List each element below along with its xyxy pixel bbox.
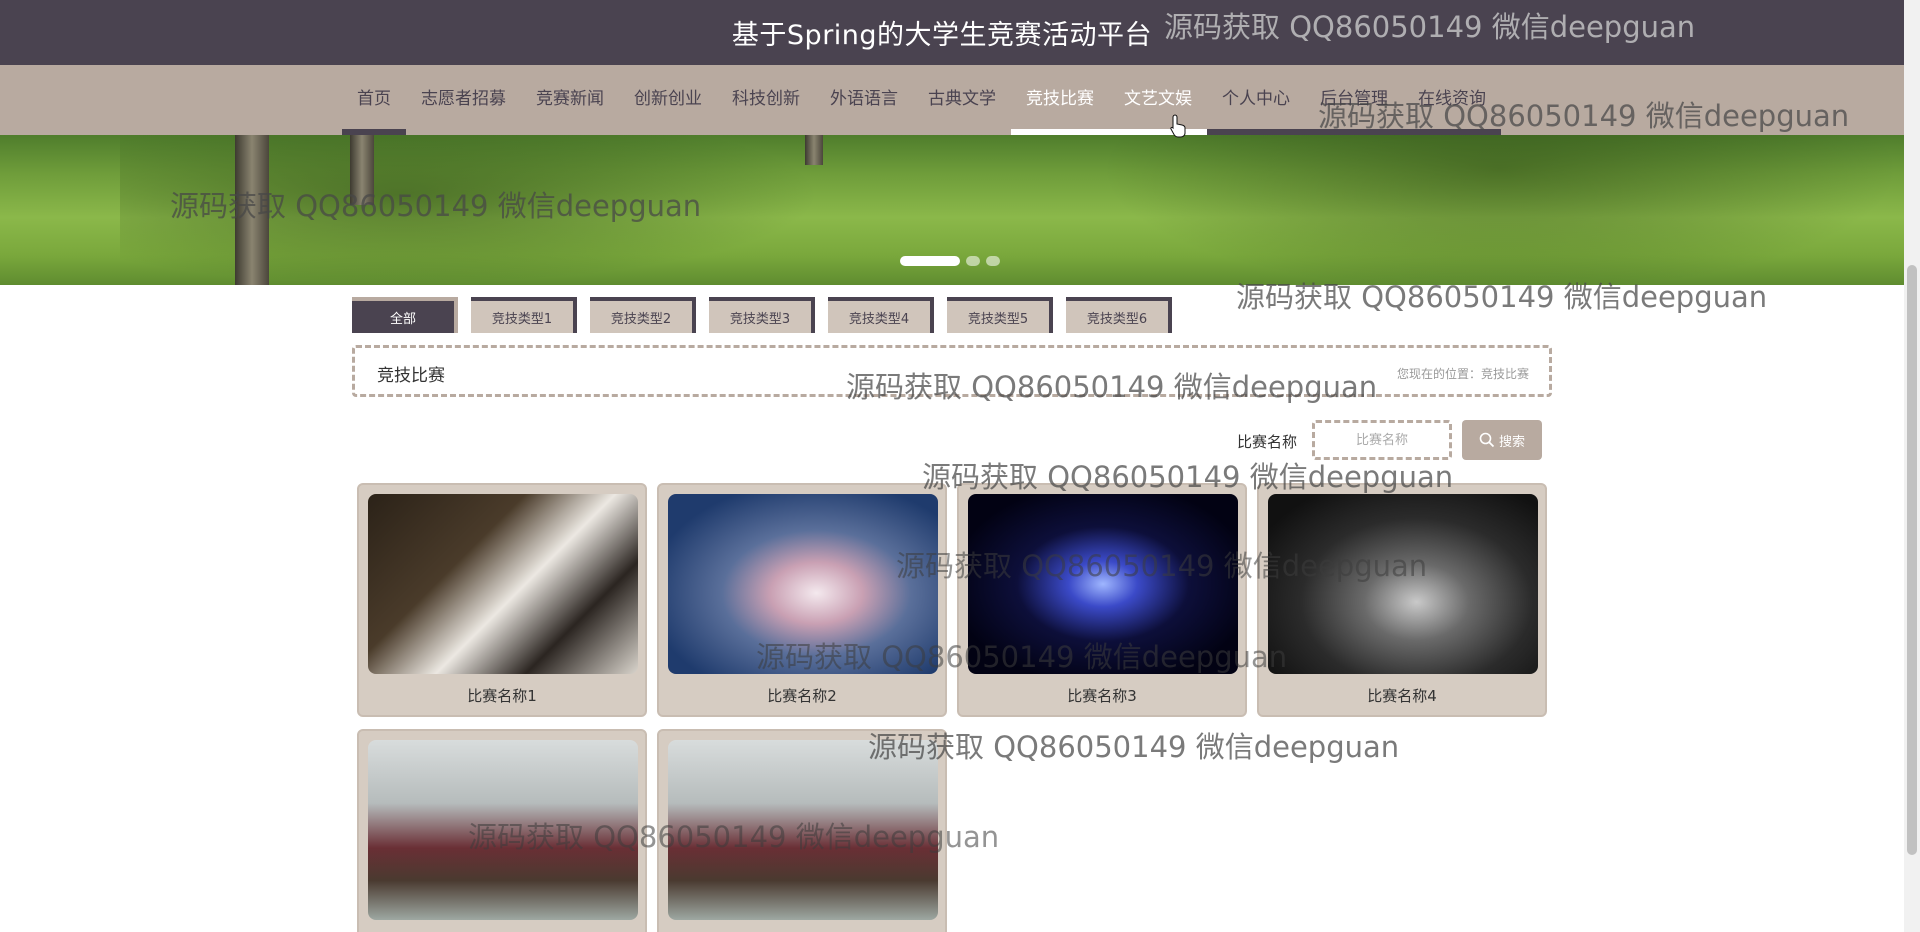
banner-shadow bbox=[120, 135, 820, 285]
scrollbar-thumb[interactable] bbox=[1907, 265, 1917, 855]
nav-item-volunteer[interactable]: 志愿者招募 bbox=[406, 65, 521, 135]
nav-item-home[interactable]: 首页 bbox=[342, 65, 406, 135]
card-image bbox=[968, 494, 1238, 674]
site-title: 基于Spring的大学生竞赛活动平台 bbox=[731, 20, 1153, 51]
nav-item-label: 志愿者招募 bbox=[421, 89, 506, 109]
page: 基于Spring的大学生竞赛活动平台 首页 志愿者招募 竞赛新闻 创新创业 科技… bbox=[0, 0, 1920, 932]
nav-item-label: 后台管理 bbox=[1320, 89, 1388, 109]
banner-shadow bbox=[1100, 135, 1900, 285]
card-image bbox=[368, 740, 638, 920]
nav-item-label: 竞赛新闻 bbox=[536, 89, 604, 109]
card-title: 比赛名称2 bbox=[767, 687, 837, 705]
tab-type-3[interactable]: 竞技类型3 bbox=[709, 297, 815, 333]
nav-item-competition[interactable]: 竞技比赛 bbox=[1011, 65, 1109, 135]
search-icon bbox=[1479, 432, 1495, 448]
search-label: 比赛名称 bbox=[1237, 433, 1298, 451]
card-image bbox=[668, 740, 938, 920]
nav-item-classical-literature[interactable]: 古典文学 bbox=[913, 65, 1011, 135]
mouse-pointer-icon bbox=[1170, 114, 1186, 138]
top-header: 基于Spring的大学生竞赛活动平台 bbox=[0, 0, 1904, 65]
search-button[interactable]: 搜索 bbox=[1462, 420, 1542, 460]
tab-type-2[interactable]: 竞技类型2 bbox=[590, 297, 696, 333]
banner-carousel[interactable] bbox=[0, 135, 1904, 285]
breadcrumb: 竞技比赛 您现在的位置：竞技比赛 bbox=[352, 345, 1552, 397]
search-button-label: 搜索 bbox=[1498, 433, 1525, 449]
competition-card[interactable] bbox=[657, 729, 947, 932]
card-title: 比赛名称3 bbox=[1067, 687, 1137, 705]
main-nav: 首页 志愿者招募 竞赛新闻 创新创业 科技创新 外语语言 古典文学 竞技比赛 文… bbox=[0, 65, 1904, 135]
tree-trunk bbox=[350, 135, 374, 205]
nav-list: 首页 志愿者招募 竞赛新闻 创新创业 科技创新 外语语言 古典文学 竞技比赛 文… bbox=[342, 65, 1501, 135]
vertical-scrollbar[interactable] bbox=[1904, 0, 1920, 932]
nav-item-admin[interactable]: 后台管理 bbox=[1305, 65, 1403, 135]
competition-card[interactable]: 比赛名称2 bbox=[657, 483, 947, 717]
competition-card[interactable]: 比赛名称1 bbox=[357, 483, 647, 717]
competition-card[interactable] bbox=[357, 729, 647, 932]
nav-item-label: 竞技比赛 bbox=[1026, 89, 1094, 109]
watermark-text: 源码获取 QQ86050149 微信deepguan bbox=[868, 730, 1400, 764]
search-input[interactable] bbox=[1312, 420, 1452, 460]
nav-item-entrepreneurship[interactable]: 创新创业 bbox=[619, 65, 717, 135]
nav-item-personal-center[interactable]: 个人中心 bbox=[1207, 65, 1305, 135]
category-tabs: 全部 竞技类型1 竞技类型2 竞技类型3 竞技类型4 竞技类型5 竞技类型6 bbox=[352, 297, 1172, 333]
nav-item-label: 首页 bbox=[357, 89, 391, 109]
carousel-dot[interactable] bbox=[966, 256, 980, 266]
carousel-dot[interactable] bbox=[986, 256, 1000, 266]
nav-item-label: 科技创新 bbox=[732, 89, 800, 109]
nav-item-label: 创新创业 bbox=[634, 89, 702, 109]
breadcrumb-position: 您现在的位置：竞技比赛 bbox=[1396, 367, 1529, 381]
tab-type-6[interactable]: 竞技类型6 bbox=[1066, 297, 1172, 333]
nav-item-label: 古典文学 bbox=[928, 89, 996, 109]
card-image bbox=[668, 494, 938, 674]
tree-trunk bbox=[805, 135, 823, 165]
page-title: 竞技比赛 bbox=[377, 366, 445, 386]
nav-item-arts[interactable]: 文艺文娱 bbox=[1109, 65, 1207, 135]
nav-item-label: 文艺文娱 bbox=[1124, 89, 1192, 109]
competition-card[interactable]: 比赛名称3 bbox=[957, 483, 1247, 717]
nav-item-label: 个人中心 bbox=[1222, 89, 1290, 109]
card-image bbox=[1268, 494, 1538, 674]
nav-item-foreign-language[interactable]: 外语语言 bbox=[815, 65, 913, 135]
tab-type-1[interactable]: 竞技类型1 bbox=[471, 297, 577, 333]
nav-item-news[interactable]: 竞赛新闻 bbox=[521, 65, 619, 135]
tree-trunk bbox=[235, 135, 269, 285]
carousel-indicators bbox=[900, 256, 1000, 266]
competition-card[interactable]: 比赛名称4 bbox=[1257, 483, 1547, 717]
tab-all[interactable]: 全部 bbox=[352, 297, 458, 333]
nav-item-online-consult[interactable]: 在线资询 bbox=[1403, 65, 1501, 135]
tab-type-5[interactable]: 竞技类型5 bbox=[947, 297, 1053, 333]
nav-item-label: 在线资询 bbox=[1418, 89, 1486, 109]
carousel-dot-active[interactable] bbox=[900, 256, 960, 266]
nav-item-tech-innovation[interactable]: 科技创新 bbox=[717, 65, 815, 135]
nav-item-label: 外语语言 bbox=[830, 89, 898, 109]
tab-type-4[interactable]: 竞技类型4 bbox=[828, 297, 934, 333]
card-title: 比赛名称1 bbox=[467, 687, 537, 705]
card-title: 比赛名称4 bbox=[1367, 687, 1437, 705]
card-image bbox=[368, 494, 638, 674]
